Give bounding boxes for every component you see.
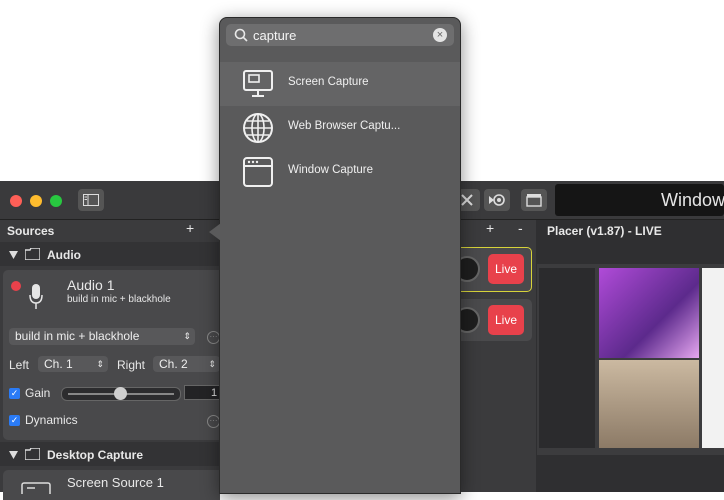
clapperboard-icon (526, 194, 542, 207)
audio-group-label: Audio (47, 248, 81, 262)
record-button[interactable] (484, 189, 510, 211)
gain-value-field[interactable]: 1 (184, 385, 220, 400)
add-scene-button[interactable]: + (486, 220, 494, 236)
gain-label: Gain (25, 386, 51, 400)
minimize-window-button[interactable] (30, 195, 42, 207)
left-channel-value: Ch. 1 (44, 357, 73, 371)
monitor-icon (21, 482, 51, 494)
scene-card-2[interactable]: Live (454, 299, 532, 341)
add-source-popup: × Screen Capture Web Browser Captu... Wi… (219, 17, 461, 494)
audio-group-header[interactable]: Audio (0, 242, 220, 266)
left-channel-select[interactable]: Ch. 1 ⇕ (38, 356, 108, 372)
monitor-icon (243, 70, 273, 97)
preview-sidebar-thumbnail (539, 268, 595, 448)
preview-panel: Placer (v1.87) - LIVE (537, 220, 724, 492)
scene-card-1[interactable]: Live (454, 247, 532, 292)
audio-source-card: Audio 1 build in mic + blackhole build i… (3, 270, 220, 440)
popup-item-label: Screen Capture (288, 76, 369, 88)
select-arrows-icon: ⇕ (96, 359, 104, 369)
right-channel-select[interactable]: Ch. 2 ⇕ (153, 356, 220, 372)
globe-icon (243, 113, 273, 143)
gain-checkbox[interactable]: ✓ (9, 388, 20, 399)
window-icon (243, 157, 273, 187)
right-channel-label: Right (117, 358, 146, 372)
folder-icon (25, 448, 40, 460)
window-title: Window (555, 184, 724, 216)
add-source-button[interactable]: + (186, 220, 194, 236)
popup-item-window-capture[interactable]: Window Capture (220, 150, 460, 194)
select-arrows-icon: ⇕ (183, 331, 191, 341)
gain-slider[interactable] (61, 387, 181, 401)
select-arrows-icon: ⇕ (208, 359, 216, 369)
preview-video-top (599, 268, 699, 358)
sources-panel: Sources + Audio Audio 1 build in mic + b… (0, 220, 220, 500)
popup-item-screen-capture[interactable]: Screen Capture (220, 62, 460, 106)
microphone-icon (29, 284, 43, 309)
left-channel-label: Left (9, 358, 30, 372)
search-input[interactable] (253, 26, 423, 44)
clapper-button[interactable] (521, 189, 547, 211)
zoom-window-button[interactable] (50, 195, 62, 207)
clear-search-icon[interactable]: × (433, 28, 447, 42)
scenes-panel: + - Live Live (454, 220, 536, 492)
live-button-2[interactable]: Live (488, 305, 524, 335)
gain-slider-thumb[interactable] (114, 387, 127, 400)
scissors-icon (461, 194, 473, 206)
sources-title: Sources (7, 224, 55, 238)
screen-source-name: Screen Source 1 (67, 475, 164, 490)
close-window-button[interactable] (10, 195, 22, 207)
sidebar-icon (83, 194, 99, 206)
preview-title: Placer (v1.87) - LIVE (547, 224, 662, 238)
desktop-capture-group-label: Desktop Capture (47, 448, 144, 462)
live-indicator-dot (11, 281, 21, 291)
search-field[interactable]: × (226, 24, 454, 46)
popup-item-label: Web Browser Captu... (288, 120, 401, 132)
folder-icon (25, 248, 40, 260)
popup-item-label: Window Capture (288, 164, 374, 176)
audio-source-name: Audio 1 (67, 277, 115, 293)
search-icon (234, 28, 248, 42)
disclosure-triangle-icon (9, 251, 18, 259)
desktop-capture-group-header[interactable]: Desktop Capture (0, 442, 220, 466)
dynamics-label: Dynamics (25, 413, 78, 427)
right-channel-value: Ch. 2 (159, 357, 188, 371)
screen-source-card: Screen Source 1 (3, 470, 220, 500)
live-button-1[interactable]: Live (488, 254, 524, 284)
audio-source-subtitle: build in mic + blackhole (67, 294, 171, 305)
audio-device-select[interactable]: build in mic + blackhole ⇕ (9, 328, 195, 345)
audio-device-value: build in mic + blackhole (15, 329, 140, 343)
record-icon (489, 194, 505, 206)
popover-arrow (209, 223, 221, 241)
dynamics-checkbox[interactable]: ✓ (9, 415, 20, 426)
disclosure-triangle-icon (9, 451, 18, 459)
remove-scene-button[interactable]: - (518, 220, 523, 236)
preview-video-bottom (599, 360, 699, 448)
popup-item-web-browser-capture[interactable]: Web Browser Captu... (220, 106, 460, 150)
preview-canvas (537, 264, 724, 455)
preview-chat-thumbnail (702, 268, 724, 448)
sidebar-toggle-button[interactable] (78, 189, 104, 211)
